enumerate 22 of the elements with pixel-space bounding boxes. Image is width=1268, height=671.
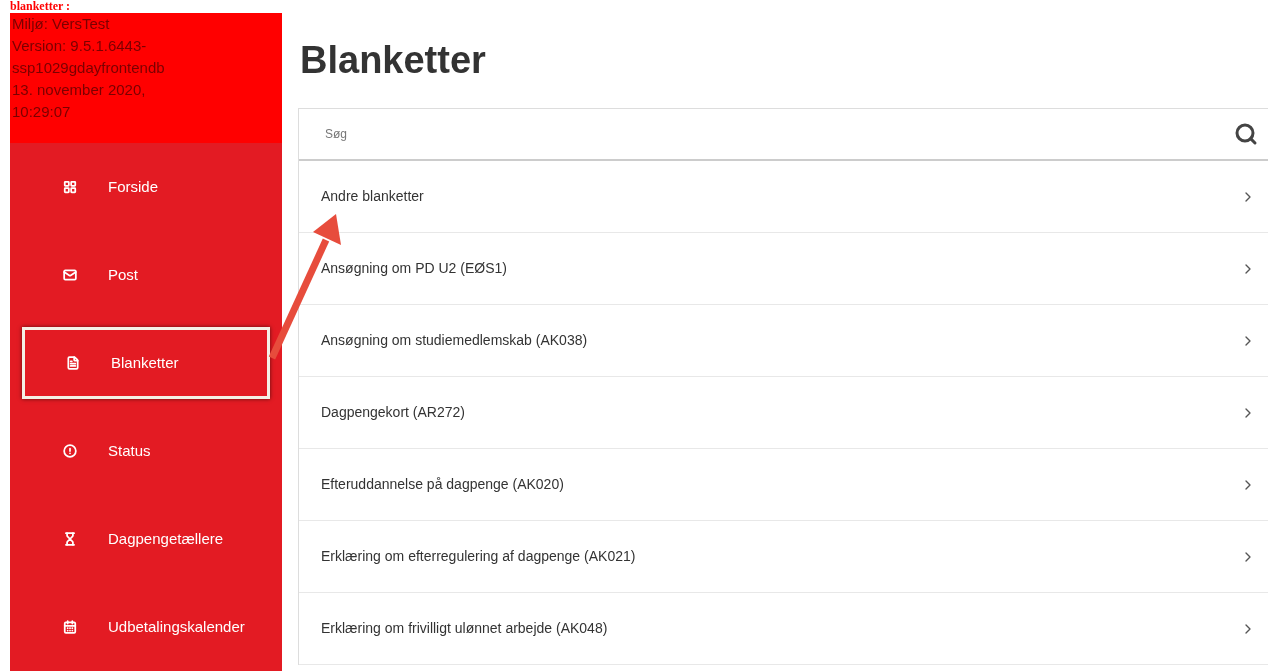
form-link[interactable]: Erklæring om frivilligt ulønnet arbejde (AK048): [299, 593, 1268, 665]
document-icon: [66, 356, 80, 370]
nav-item[interactable]: Dagpengetællere: [22, 503, 270, 575]
form-link[interactable]: Efteruddannelse på dagpenge (AK020): [299, 449, 1268, 521]
nav-item[interactable]: Post: [22, 239, 270, 311]
page-title: Blanketter: [299, 38, 487, 83]
nav-item[interactable]: Forside: [22, 151, 270, 223]
envelope-icon: [63, 268, 77, 282]
environment-info: Miljø: VersTest Version: 9.5.1.6443- ssp1029gdayfrontendb 13. november 2020, 10:29:07: [10, 13, 282, 143]
alert-icon: [63, 444, 77, 458]
nav-item[interactable]: Udbetalingskalender: [22, 591, 270, 663]
search-field[interactable]: Søg: [325, 125, 1234, 143]
form-link[interactable]: Erklæring om efterregulering af dagpenge (AK021): [299, 521, 1268, 593]
calendar-icon: [63, 620, 77, 634]
caption: blanketter :: [10, 0, 71, 13]
search-icon: [1234, 122, 1258, 146]
nav-item[interactable]: Blanketter: [22, 327, 270, 399]
form-link[interactable]: Dagpengekort (AR272): [299, 377, 1268, 449]
grid-icon: [63, 180, 77, 194]
nav-item[interactable]: Status: [22, 415, 270, 487]
form-link[interactable]: Ansøgning om studiemedlemskab (AK038): [299, 305, 1268, 377]
hourglass-icon: [63, 532, 77, 546]
